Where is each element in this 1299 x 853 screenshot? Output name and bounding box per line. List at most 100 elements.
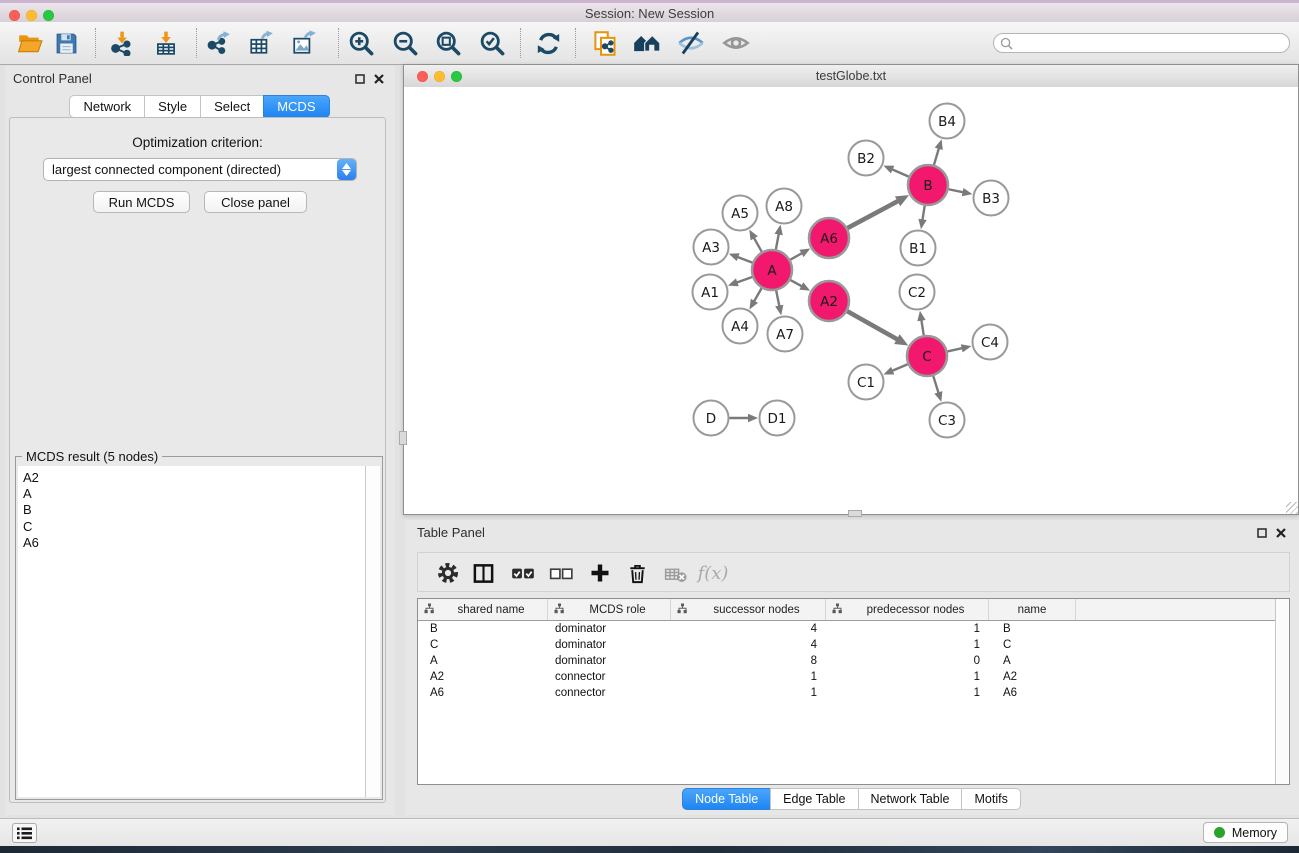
graph-edge-A2-C[interactable] [847,311,908,345]
graph-node-A4[interactable]: A4 [723,309,758,344]
graph-node-C4[interactable]: C4 [973,325,1008,360]
delete-table-button[interactable] [658,557,692,589]
window-resize-grip[interactable] [1286,502,1298,514]
table-settings-button[interactable] [431,557,465,589]
graph-edge-A-A8[interactable] [775,225,783,250]
graph-edge-A-A7[interactable] [775,291,783,316]
close-panel-icon[interactable] [372,72,385,85]
graph-node-A6[interactable]: A6 [809,218,849,258]
graph-edge-B-B4[interactable] [934,139,943,165]
network-canvas[interactable]: AA1A2A3A4A5A6A7A8BB1B2B3B4CC1C2C3C4DD1 [404,87,1298,514]
table-row[interactable]: Bdominator41B [418,621,1289,637]
graph-edge-C-C1[interactable] [883,364,907,374]
criterion-select[interactable]: largest connected component (directed) [43,158,357,181]
export-table-button[interactable] [244,27,278,59]
left-edge-handle[interactable] [399,431,407,445]
graph-node-C3[interactable]: C3 [930,403,965,438]
float-table-panel-icon[interactable] [1255,526,1268,539]
show-all-button[interactable] [719,27,753,59]
delete-columns-button[interactable] [620,557,654,589]
column-visibility-button[interactable] [466,557,500,589]
graph-node-A3[interactable]: A3 [694,230,729,265]
mcds-result-item[interactable]: A2 [23,470,380,486]
import-network-button[interactable] [104,27,138,59]
graph-node-A5[interactable]: A5 [723,196,758,231]
graph-node-B2[interactable]: B2 [849,141,884,176]
zoom-in-button[interactable] [344,27,378,59]
function-builder-button[interactable]: f(x) [696,557,730,589]
select-all-checks-button[interactable] [506,557,540,589]
table-row[interactable]: A2connector11A2 [418,669,1289,685]
close-table-panel-icon[interactable] [1274,526,1287,539]
deselect-all-checks-button[interactable] [544,557,578,589]
tab-network[interactable]: Network [69,95,145,118]
graph-edge-A-A2[interactable] [790,280,810,291]
memory-button[interactable]: Memory [1203,822,1288,843]
graph-node-B3[interactable]: B3 [974,181,1009,216]
graph-edge-A-A4[interactable] [749,288,761,309]
add-column-button[interactable] [583,557,617,589]
graph-edge-C-C4[interactable] [947,344,971,352]
export-network-button[interactable] [201,27,235,59]
close-panel-button[interactable]: Close panel [204,191,307,213]
mcds-result-item[interactable]: A [23,486,380,502]
zoom-selected-button[interactable] [475,27,509,59]
mcds-result-item[interactable]: C [23,519,380,535]
graph-node-D[interactable]: D [694,401,729,436]
search-field[interactable] [993,33,1290,53]
refresh-button[interactable] [531,27,565,59]
zoom-out-button[interactable] [388,27,422,59]
graph-node-D1[interactable]: D1 [760,401,795,436]
first-neighbors-button[interactable] [630,27,664,59]
table-row[interactable]: A6connector11A6 [418,685,1289,701]
export-image-button[interactable] [287,27,321,59]
column-header-shared-name[interactable]: shared name [418,599,548,620]
mcds-result-item[interactable]: B [23,502,380,518]
table-row[interactable]: Adominator80A [418,653,1289,669]
graph-node-B[interactable]: B [908,165,948,205]
run-mcds-button[interactable]: Run MCDS [93,191,190,213]
zoom-fit-button[interactable] [431,27,465,59]
float-panel-icon[interactable] [353,72,366,85]
tab-select[interactable]: Select [200,95,264,118]
column-header-MCDS-role[interactable]: MCDS role [548,599,671,620]
table-tab-edge-table[interactable]: Edge Table [770,788,858,810]
hide-selected-button[interactable] [674,27,708,59]
graph-node-C2[interactable]: C2 [900,275,935,310]
table-tab-network-table[interactable]: Network Table [858,788,963,810]
node-table[interactable]: shared nameMCDS rolesuccessor nodesprede… [417,598,1290,785]
table-scrollbar[interactable] [1275,599,1289,784]
graph-node-A8[interactable]: A8 [767,189,802,224]
new-network-from-selection-button[interactable] [588,27,622,59]
table-row[interactable]: Cdominator41C [418,637,1289,653]
graph-edge-A-A5[interactable] [749,230,761,252]
graph-node-B1[interactable]: B1 [901,231,936,266]
bottom-edge-handle[interactable] [848,510,862,517]
tab-mcds[interactable]: MCDS [263,95,329,118]
graph-edge-C-C2[interactable] [917,311,925,335]
table-tab-node-table[interactable]: Node Table [682,788,771,810]
graph-node-B4[interactable]: B4 [930,104,965,139]
graph-node-A2[interactable]: A2 [809,281,849,321]
column-header-name[interactable]: name [989,599,1076,620]
column-header-successor-nodes[interactable]: successor nodes [671,599,826,620]
import-table-button[interactable] [149,27,183,59]
table-tab-motifs[interactable]: Motifs [961,788,1020,810]
graph-edge-A-A1[interactable] [728,277,752,286]
save-session-button[interactable] [49,27,83,59]
network-window-titlebar[interactable]: testGlobe.txt [404,65,1298,88]
open-session-button[interactable] [13,27,47,59]
graph-node-C1[interactable]: C1 [849,365,884,400]
mcds-result-list[interactable]: A2ABCA6 [18,466,380,797]
graph-edge-A-A3[interactable] [729,253,753,262]
graph-node-A1[interactable]: A1 [693,275,728,310]
graph-edge-C-C3[interactable] [933,376,942,402]
graph-edge-B-B2[interactable] [883,166,908,177]
tab-style[interactable]: Style [144,95,201,118]
search-input[interactable] [1016,35,1289,51]
column-header-predecessor-nodes[interactable]: predecessor nodes [826,599,989,620]
graph-edge-A-A6[interactable] [790,249,810,260]
task-history-button[interactable] [12,823,37,843]
mcds-result-item[interactable]: A6 [23,535,380,551]
graph-edge-D-D1[interactable] [730,414,759,422]
